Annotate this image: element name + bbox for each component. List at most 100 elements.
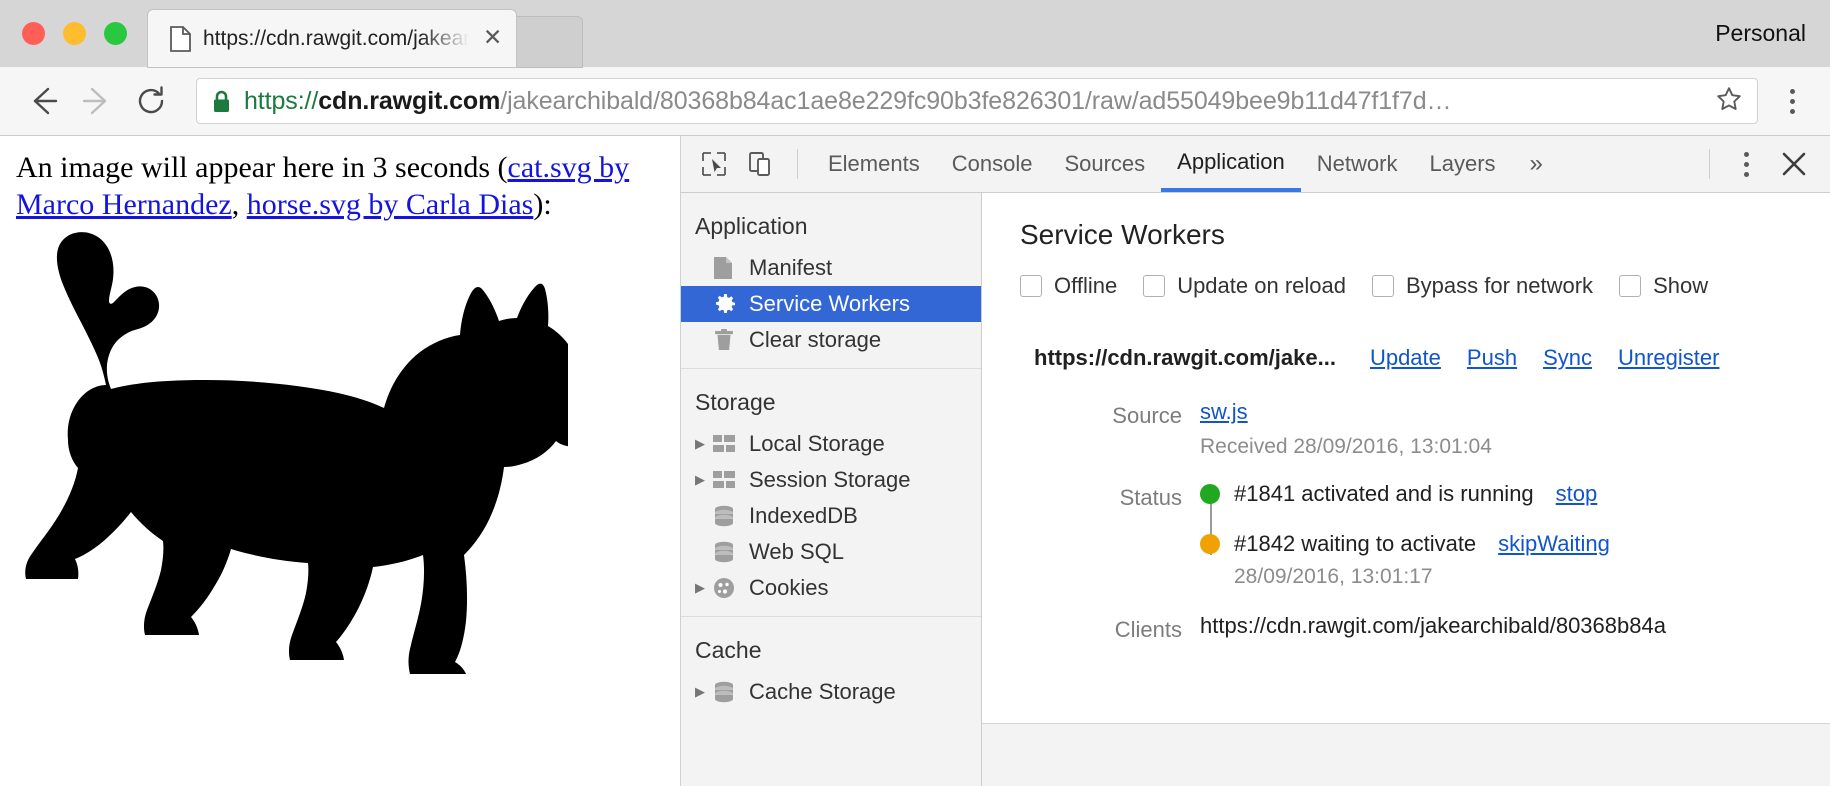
page-viewport: An image will appear here in 3 seconds (… [0,136,681,786]
window-traffic-lights [22,22,127,45]
page-icon [170,25,191,52]
reload-button[interactable] [124,74,178,128]
page-text-after: ): [533,187,552,221]
document-icon [713,256,743,280]
sidebar-item-web-sql[interactable]: ▶ [681,534,981,570]
browser-menu-button[interactable] [1770,74,1814,128]
sidebar-item-label: IndexedDB [749,503,858,528]
skip-waiting-link[interactable]: skipWaiting [1498,531,1610,557]
tab-sources[interactable]: Sources [1048,136,1161,192]
trash-icon [713,328,743,352]
application-sidebar: Application ▶ Manifest ▶ [681,193,982,786]
sidebar-item-cache-storage[interactable]: ▶ Cache Storage [681,674,981,710]
kebab-menu-icon [1789,88,1795,94]
database-icon [713,541,743,563]
update-link[interactable]: Update [1370,345,1441,371]
horse-svg-credit-link[interactable]: horse.svg by Carla Dias [247,188,534,221]
devtools-menu-button[interactable] [1724,137,1768,191]
inspect-element-button[interactable] [691,143,737,185]
tab-label: Layers [1429,151,1496,176]
sidebar-item-label: Clear storage [749,327,882,352]
forward-button[interactable] [70,74,124,128]
sidebar-item-manifest[interactable]: ▶ Manifest [681,250,981,286]
sidebar-group-storage: Storage ▶ Local Storage ▶ Session Storag… [681,368,981,616]
browser-tab-background[interactable] [508,17,583,67]
service-worker-registration: https://cdn.rawgit.com/jake... Update Pu… [982,299,1830,643]
chevron-right-icon: ▶ [695,510,713,523]
chevron-right-icon[interactable]: ▶ [695,438,713,451]
chevron-right-icon[interactable]: ▶ [695,582,713,595]
cat-image [0,225,680,680]
tab-strip: https://cdn.rawgit.com/jakearc ✕ Persona… [0,0,1830,67]
sidebar-group-title: Storage [695,389,776,415]
toggle-device-toolbar-button[interactable] [737,143,783,185]
chevron-right-icon: ▶ [695,262,713,275]
option-offline[interactable]: Offline [1020,273,1117,299]
sidebar-item-label: Manifest [749,255,833,280]
sidebar-item-cookies[interactable]: ▶ Cookies [681,570,981,606]
page-text-before: An image will appear here in 3 seconds ( [16,151,508,184]
sidebar-item-label: Session Storage [749,467,911,492]
minimize-window-button[interactable] [63,22,86,45]
panel-title: Service Workers [1020,219,1225,250]
offline-checkbox[interactable] [1020,275,1042,297]
show-all-checkbox[interactable] [1619,275,1642,297]
browser-toolbar: https://cdn.rawgit.com/jakearchibald/803… [0,67,1830,136]
close-icon[interactable]: ✕ [469,27,502,50]
toolbar-divider-right [1709,149,1710,179]
source-received: Received 28/09/2016, 13:01:04 [1200,435,1492,458]
tab-console[interactable]: Console [936,136,1049,192]
close-devtools-button[interactable] [1768,143,1820,185]
table-icon [713,435,743,453]
page-paragraph: An image will appear here in 3 seconds (… [0,136,680,223]
star-icon[interactable] [1715,85,1743,118]
chevron-right-icon[interactable]: ▶ [695,474,713,487]
stop-link[interactable]: stop [1556,481,1598,507]
sidebar-item-indexeddb[interactable]: ▶ [681,498,981,534]
back-button[interactable] [16,74,70,128]
sidebar-item-label: Cache Storage [749,679,896,704]
forward-arrow-icon [82,87,107,115]
page-text-separator: , [231,187,247,221]
browser-window: https://cdn.rawgit.com/jakearc ✕ Persona… [0,0,1830,786]
option-bypass-for-network[interactable]: Bypass for network [1371,273,1593,299]
option-show-all[interactable]: Show [1619,273,1708,299]
tab-network[interactable]: Network [1301,136,1414,192]
tab-label: Sources [1064,151,1146,176]
close-window-button[interactable] [22,22,45,45]
bypass-for-network-checkbox[interactable] [1371,275,1394,297]
tab-label: Application [1177,149,1285,174]
browser-tab-active[interactable]: https://cdn.rawgit.com/jakearc ✕ [148,10,517,67]
sidebar-item-clear-storage[interactable]: ▶ Clear storage [681,322,981,358]
service-workers-footer [982,723,1830,786]
tab-application[interactable]: Application [1161,136,1301,192]
maximize-window-button[interactable] [104,22,127,45]
source-row: Source sw.js Received 28/09/2016, 13:01:… [982,399,1830,459]
source-file-link[interactable]: sw.js [1200,399,1492,425]
sidebar-item-label: Web SQL [749,539,844,564]
tab-elements[interactable]: Elements [812,136,936,192]
sidebar-group-cache: Cache ▶ Cache Storage [681,616,981,720]
unregister-link[interactable]: Unregister [1618,345,1719,371]
sidebar-item-label: Cookies [749,575,829,600]
option-update-on-reload[interactable]: Update on reload [1143,273,1346,299]
profile-label[interactable]: Personal [1715,20,1806,47]
url-scheme: https:// [244,86,319,115]
tab-layers[interactable]: Layers [1413,136,1511,192]
more-tabs-button[interactable]: » [1512,150,1561,178]
address-bar[interactable]: https://cdn.rawgit.com/jakearchibald/803… [196,78,1758,124]
sidebar-item-session-storage[interactable]: ▶ Session Storage [681,462,981,498]
status-versions: #1841 activated and is running stop #184… [1200,481,1610,599]
sidebar-item-local-storage[interactable]: ▶ Local Storage [681,426,981,462]
gear-icon [713,292,743,316]
kebab-menu-icon [1743,151,1749,157]
push-link[interactable]: Push [1467,345,1517,371]
sidebar-item-service-workers[interactable]: ▶ Service Workers [681,286,981,322]
sync-link[interactable]: Sync [1543,345,1592,371]
update-on-reload-checkbox[interactable] [1143,275,1166,297]
option-label: Show [1653,273,1709,298]
lock-icon [211,89,232,114]
chevron-right-icon[interactable]: ▶ [695,686,713,699]
database-icon [713,681,743,703]
service-workers-view: Service Workers Offline Update on reload [982,193,1830,786]
